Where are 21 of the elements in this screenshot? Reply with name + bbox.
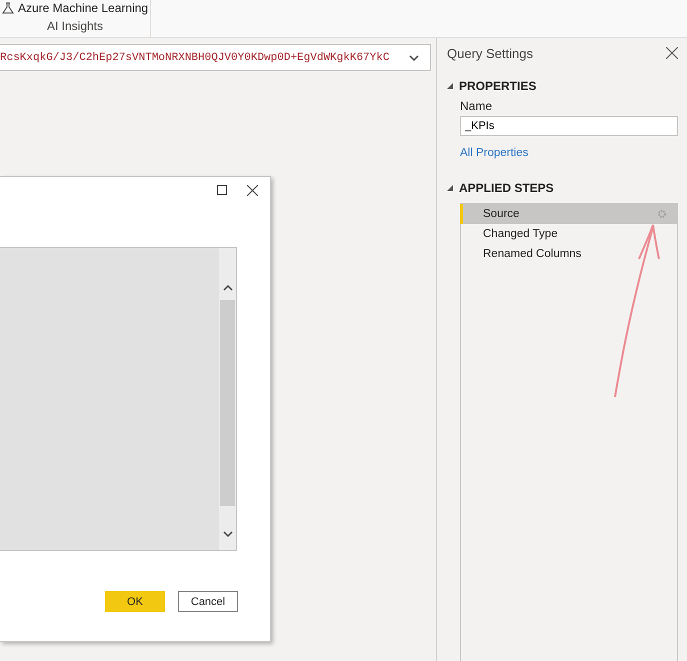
collapse-triangle-icon[interactable] (447, 83, 453, 89)
formula-field[interactable]: RcsKxqkG/J3/C2hEp27sVNTMoNRXNBH0QJV0Y0KDwp0D+EgVdWKgkK67YkC (0, 44, 431, 71)
cancel-button[interactable]: Cancel (178, 591, 238, 612)
maximize-icon[interactable] (217, 185, 227, 195)
step-item[interactable]: Changed Type (460, 224, 677, 244)
flask-icon (2, 2, 14, 14)
field-label: Name (460, 99, 494, 113)
collapse-triangle-icon[interactable] (447, 185, 453, 191)
scrollbar[interactable] (219, 248, 236, 550)
group-label: AI Insights (46, 19, 104, 33)
panel-title: Query Settings (447, 46, 533, 60)
name-field[interactable]: _KPIs (460, 116, 678, 136)
azure-machine-learning-button[interactable]: Azure Machine Learning (2, 1, 148, 15)
section-heading: APPLIED STEPS (459, 181, 554, 195)
all-properties-link[interactable]: All Properties (460, 147, 678, 159)
close-icon[interactable] (666, 47, 678, 59)
close-icon[interactable] (247, 184, 258, 196)
step-item[interactable]: Renamed Columns (460, 244, 677, 264)
step-item[interactable]: Source (460, 204, 677, 224)
section-heading: PROPERTIES (459, 79, 536, 93)
ok-button[interactable]: OK (105, 591, 165, 612)
